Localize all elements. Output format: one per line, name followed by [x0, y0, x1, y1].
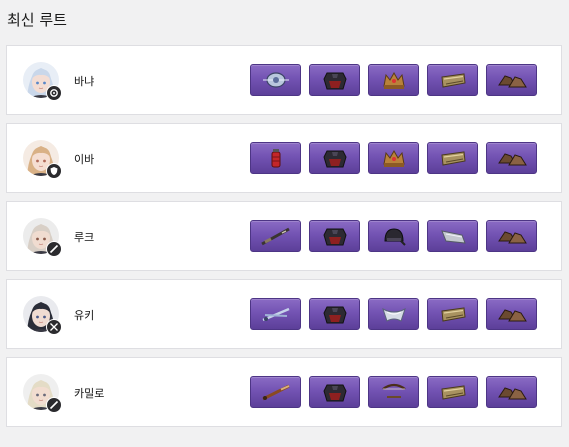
chest-armor-icon[interactable] — [309, 142, 360, 174]
item-slots — [250, 376, 537, 408]
item-slots — [250, 298, 537, 330]
bracer-icon[interactable] — [427, 142, 478, 174]
character-name[interactable]: 카밀로 — [74, 385, 104, 401]
chest-armor-icon[interactable] — [309, 64, 360, 96]
item-slots — [250, 220, 537, 252]
support-class-icon — [46, 85, 62, 101]
rapier-weapon-icon[interactable] — [250, 376, 301, 408]
boots-icon[interactable] — [486, 298, 537, 330]
character-avatar[interactable] — [23, 374, 62, 413]
character-name[interactable]: 유키 — [74, 307, 94, 323]
boots-icon[interactable] — [486, 64, 537, 96]
character-avatar[interactable] — [23, 140, 62, 179]
route-card[interactable]: 카밀로 — [6, 357, 562, 427]
character-name[interactable]: 루크 — [74, 229, 94, 245]
arm-guard-icon[interactable] — [427, 220, 478, 252]
character-name[interactable]: 바냐 — [74, 73, 94, 89]
bracer-icon[interactable] — [427, 376, 478, 408]
section-title: 최신 루트 — [7, 11, 67, 29]
chest-armor-icon[interactable] — [309, 298, 360, 330]
route-card[interactable]: 바냐 — [6, 45, 562, 115]
route-card[interactable]: 이바 — [6, 123, 562, 193]
chest-armor-icon[interactable] — [309, 220, 360, 252]
bow-icon[interactable] — [368, 376, 419, 408]
rifle-weapon-icon[interactable] — [250, 220, 301, 252]
chest-armor-icon[interactable] — [309, 376, 360, 408]
crown-icon[interactable] — [368, 142, 419, 174]
helmet-icon[interactable] — [368, 220, 419, 252]
blade-class-icon — [46, 397, 62, 413]
shield-class-icon — [46, 163, 62, 179]
bracer-icon[interactable] — [427, 64, 478, 96]
dual-blade-weapon-icon[interactable] — [250, 298, 301, 330]
blade-class-icon — [46, 241, 62, 257]
route-list: 바냐 이바 루크 유키 카밀로 — [6, 45, 562, 435]
item-slots — [250, 64, 537, 96]
boots-icon[interactable] — [486, 220, 537, 252]
character-avatar[interactable] — [23, 296, 62, 335]
item-slots — [250, 142, 537, 174]
character-name[interactable]: 이바 — [74, 151, 94, 167]
grenade-weapon-icon[interactable] — [250, 142, 301, 174]
orb-weapon-icon[interactable] — [250, 64, 301, 96]
bracer-icon[interactable] — [427, 298, 478, 330]
route-card[interactable]: 유키 — [6, 279, 562, 349]
dual-sword-class-icon — [46, 319, 62, 335]
boots-icon[interactable] — [486, 142, 537, 174]
character-avatar[interactable] — [23, 62, 62, 101]
boots-icon[interactable] — [486, 376, 537, 408]
route-card[interactable]: 루크 — [6, 201, 562, 271]
character-avatar[interactable] — [23, 218, 62, 257]
crown-icon[interactable] — [368, 64, 419, 96]
cloak-icon[interactable] — [368, 298, 419, 330]
